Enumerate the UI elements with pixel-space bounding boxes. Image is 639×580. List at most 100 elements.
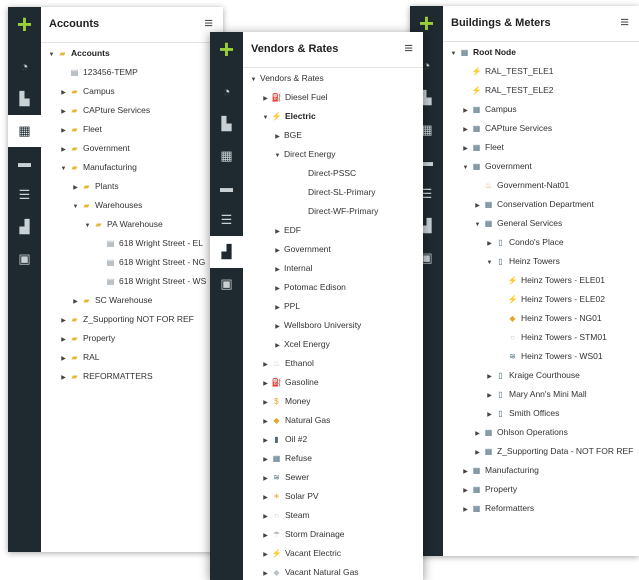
tree-row[interactable]: ▼ ⚡ Electric <box>243 107 423 126</box>
tree-row[interactable]: ▼ ▦ Root Node <box>443 43 639 62</box>
add-icon[interactable]: + <box>8 7 41 43</box>
hamburger-menu-icon[interactable]: ≡ <box>620 14 629 31</box>
tree-row[interactable]: ▶ ▦ CAPture Services <box>443 119 639 138</box>
tree-row[interactable]: ▶ PPL <box>243 297 423 316</box>
tree-row[interactable]: ▶ ◆ Vacant Natural Gas <box>243 563 423 580</box>
tree-row[interactable]: ▶ ▦ Campus <box>443 100 639 119</box>
node-icon: ▯ <box>498 238 503 247</box>
tree-row[interactable]: ▶ EDF <box>243 221 423 240</box>
buildings-icon[interactable]: ▙ <box>8 83 41 115</box>
tree-row[interactable]: ▶ ▯ Smith Offices <box>443 404 639 423</box>
tree-row[interactable]: ◆ Heinz Towers - NG01 <box>443 309 639 328</box>
tree-row[interactable]: ♨ Government-Nat01 <box>443 176 639 195</box>
tree-row[interactable]: ▶ ○ Steam <box>243 506 423 525</box>
hamburger-menu-icon[interactable]: ≡ <box>404 40 413 57</box>
tree-row[interactable]: ▶ ▰ RAL <box>41 348 223 367</box>
tree-row[interactable]: ▶ ⛽ Gasoline <box>243 373 423 392</box>
tree-row[interactable]: ▶ ▰ Z_Supporting NOT FOR REF <box>41 310 223 329</box>
hamburger-menu-icon[interactable]: ≡ <box>204 15 213 32</box>
tree-row[interactable]: ▶ ▦ Manufacturing <box>443 461 639 480</box>
tree-row[interactable]: ⚡ RAL_TEST_ELE1 <box>443 62 639 81</box>
tree-row[interactable]: ▶ ▦ Reformatters <box>443 499 639 518</box>
tree-row[interactable]: ▼ ▦ General Services <box>443 214 639 233</box>
tree-row[interactable]: ⚡ RAL_TEST_ELE2 <box>443 81 639 100</box>
caret-right-icon[interactable]: ▶ <box>261 565 270 580</box>
tree-row[interactable]: ▼ ▯ Heinz Towers <box>443 252 639 271</box>
tree-label: Steam <box>285 510 310 520</box>
tree-row[interactable]: ▶ ▰ Government <box>41 139 223 158</box>
filter-icon[interactable]: ☰ <box>210 204 243 236</box>
tree-row[interactable]: ▶ ▮ Oil #2 <box>243 430 423 449</box>
caret-right-icon[interactable]: ▶ <box>461 501 470 520</box>
calculator-icon[interactable]: ▦ <box>8 115 41 147</box>
tree-row[interactable]: ▼ ▰ Manufacturing <box>41 158 223 177</box>
tree-row[interactable]: ▶ ▯ Kraige Courthouse <box>443 366 639 385</box>
reports-icon[interactable]: ▣ <box>210 268 243 300</box>
tree-row[interactable]: ▤ 618 Wright Street - WS <box>41 272 223 291</box>
tree-row[interactable]: ▶ ☀ Solar PV <box>243 487 423 506</box>
card-icon[interactable]: ▬ <box>8 147 41 179</box>
tree-row[interactable]: ▶ ▰ REFORMATTERS <box>41 367 223 386</box>
tree-row[interactable]: ▶ ▦ Ohlson Operations <box>443 423 639 442</box>
tree-row[interactable]: ▼ ▰ Warehouses <box>41 196 223 215</box>
tree-row[interactable]: ▶ ⛽ Diesel Fuel <box>243 88 423 107</box>
buildings-icon[interactable]: ▙ <box>210 108 243 140</box>
tree-row[interactable]: ▼ ▰ PA Warehouse <box>41 215 223 234</box>
tree-label: Vendors & Rates <box>260 73 324 83</box>
tree-row[interactable]: ▶ Government <box>243 240 423 259</box>
tree-row[interactable]: ▶ ▦ Refuse <box>243 449 423 468</box>
tree-label: RAL <box>83 352 100 362</box>
node-icon: ⚡ <box>471 86 482 95</box>
tree-row[interactable]: ▼ Direct Energy <box>243 145 423 164</box>
dashboard-icon[interactable]: ◔ <box>8 51 41 83</box>
tree-row[interactable]: ▶ ▰ CAPture Services <box>41 101 223 120</box>
tree-row[interactable]: ▶ BGE <box>243 126 423 145</box>
tree-row[interactable]: ▶ ▯ Mary Ann's Mini Mall <box>443 385 639 404</box>
tree-row[interactable]: ▶ ▰ SC Warehouse <box>41 291 223 310</box>
tree-row[interactable]: ▶ Potomac Edison <box>243 278 423 297</box>
tree-row[interactable]: ▶ ▯ Condo's Place <box>443 233 639 252</box>
tree-row[interactable]: ▤ 123456-TEMP <box>41 63 223 82</box>
tree-row[interactable]: Direct-WF-Primary <box>243 202 423 221</box>
tree-row[interactable]: ≋ Heinz Towers - WS01 <box>443 347 639 366</box>
accounts-tree: ▼ ▰ Accounts ▤ 123456-TEMP ▶ ▰ Campus ▶ ▰ CAPture … <box>41 44 223 552</box>
add-icon[interactable]: + <box>210 32 243 68</box>
tree-row[interactable]: ▼ Vendors & Rates <box>243 69 423 88</box>
filter-icon[interactable]: ☰ <box>8 179 41 211</box>
tree-row[interactable]: ▶ ▰ Fleet <box>41 120 223 139</box>
tree-row[interactable]: ▶ ◆ Natural Gas <box>243 411 423 430</box>
factory-icon[interactable]: ▟ <box>210 236 243 268</box>
tree-row[interactable]: ▶ ☂ Storm Drainage <box>243 525 423 544</box>
tree-row[interactable]: ▶ ▦ Property <box>443 480 639 499</box>
tree-row[interactable]: ▶ ⚡ Vacant Electric <box>243 544 423 563</box>
calculator-icon[interactable]: ▦ <box>210 140 243 172</box>
reports-icon[interactable]: ▣ <box>8 243 41 275</box>
panel-title: Vendors & Rates <box>251 43 339 55</box>
tree-row[interactable]: ▶ Internal <box>243 259 423 278</box>
tree-row[interactable]: Direct-SL-Primary <box>243 183 423 202</box>
tree-row[interactable]: ▶ ♨ Ethanol <box>243 354 423 373</box>
caret-right-icon[interactable]: ▶ <box>59 369 68 388</box>
tree-row[interactable]: ▶ ▦ Fleet <box>443 138 639 157</box>
tree-row[interactable]: ▶ ≋ Sewer <box>243 468 423 487</box>
tree-row[interactable]: ▼ ▰ Accounts <box>41 44 223 63</box>
tree-row[interactable]: ▶ ▰ Property <box>41 329 223 348</box>
tree-label: Heinz Towers - ELE02 <box>521 294 605 304</box>
tree-row[interactable]: ▤ 618 Wright Street - NG <box>41 253 223 272</box>
tree-row[interactable]: ▶ ▦ Z_Supporting Data - NOT FOR REF <box>443 442 639 461</box>
tree-row[interactable]: ○ Heinz Towers - STM01 <box>443 328 639 347</box>
tree-row[interactable]: ⚡ Heinz Towers - ELE02 <box>443 290 639 309</box>
factory-icon[interactable]: ▟ <box>8 211 41 243</box>
tree-row[interactable]: ▶ Xcel Energy <box>243 335 423 354</box>
tree-row[interactable]: Direct-PSSC <box>243 164 423 183</box>
tree-row[interactable]: ⚡ Heinz Towers - ELE01 <box>443 271 639 290</box>
tree-row[interactable]: ▶ $ Money <box>243 392 423 411</box>
tree-row[interactable]: ▼ ▦ Government <box>443 157 639 176</box>
tree-row[interactable]: ▤ 618 Wright Street - EL <box>41 234 223 253</box>
tree-row[interactable]: ▶ ▰ Plants <box>41 177 223 196</box>
card-icon[interactable]: ▬ <box>210 172 243 204</box>
dashboard-icon[interactable]: ◔ <box>210 76 243 108</box>
tree-row[interactable]: ▶ ▦ Conservation Department <box>443 195 639 214</box>
tree-row[interactable]: ▶ ▰ Campus <box>41 82 223 101</box>
tree-row[interactable]: ▶ Wellsboro University <box>243 316 423 335</box>
